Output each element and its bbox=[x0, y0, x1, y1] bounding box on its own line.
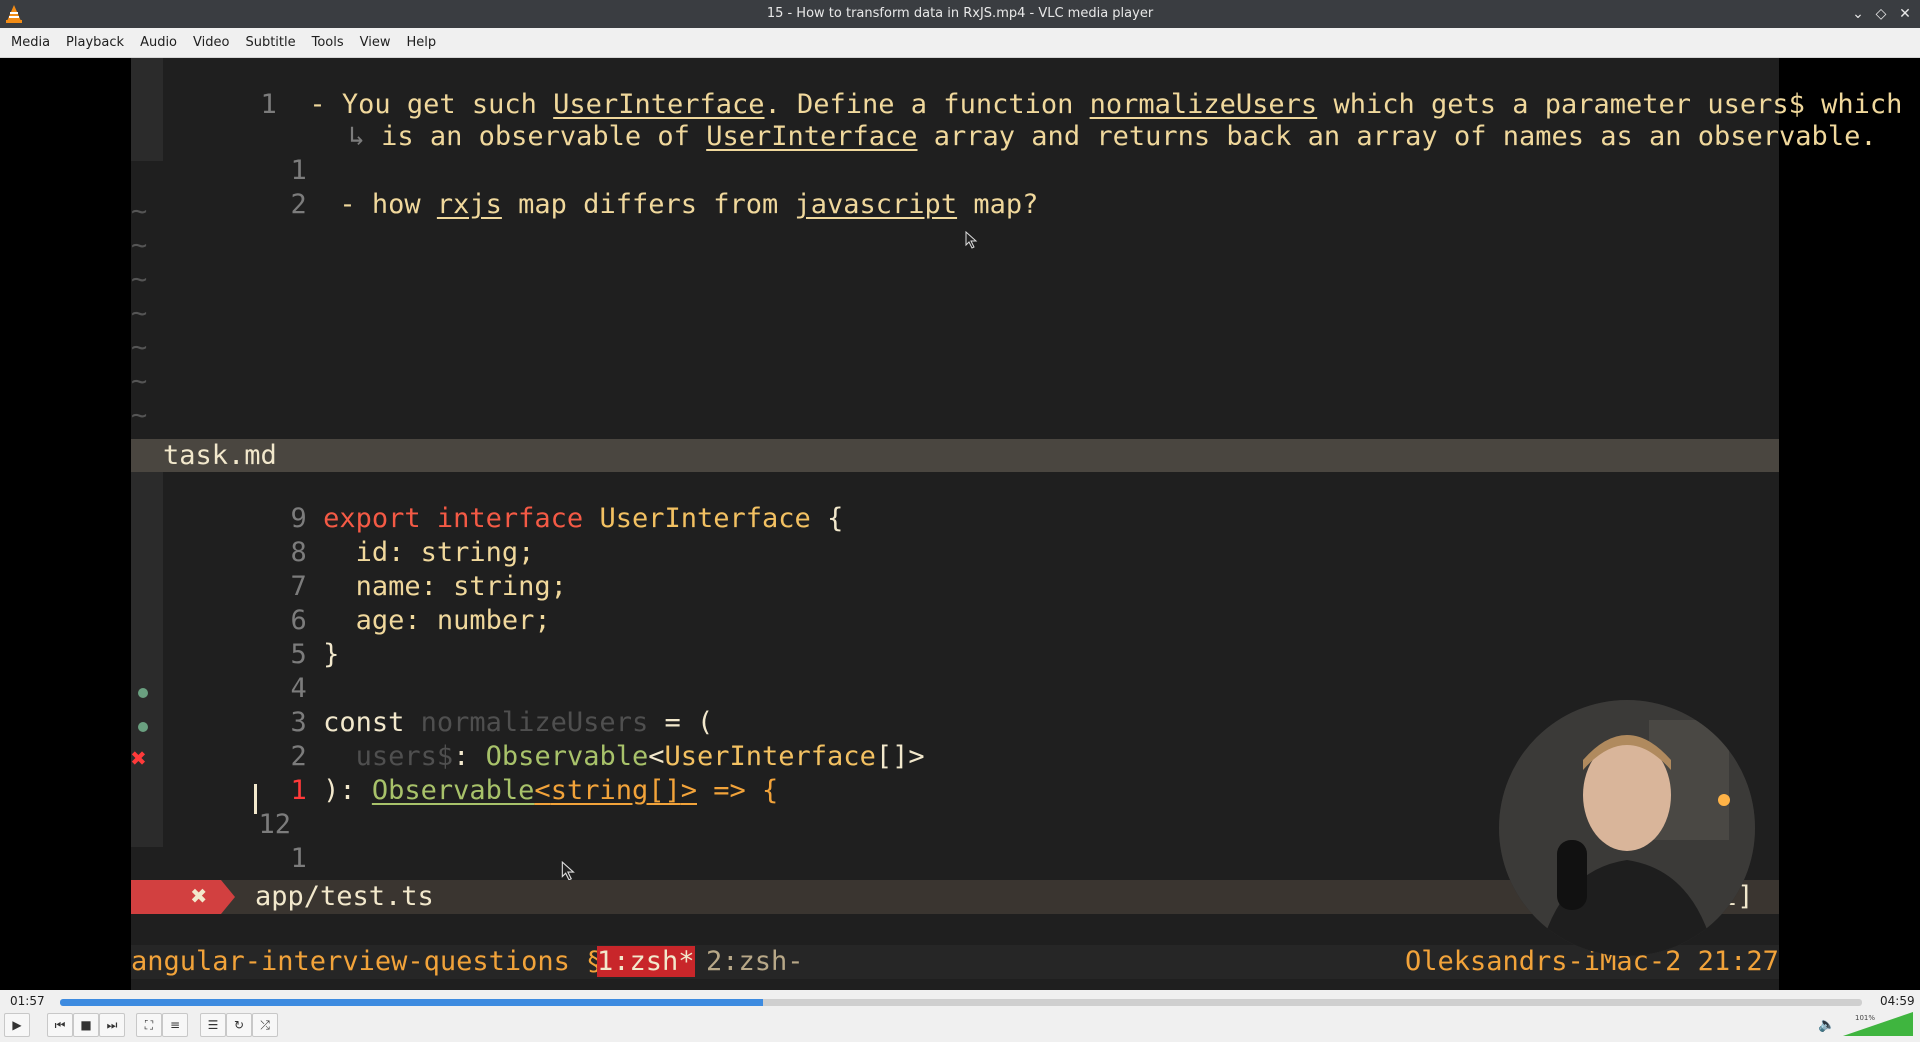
text-cursor bbox=[254, 784, 257, 814]
mouse-pointer-icon bbox=[965, 231, 978, 249]
presenter-avatar bbox=[1499, 700, 1755, 956]
tmux-window: 2:zsh- bbox=[706, 946, 804, 977]
elapsed-time: 01:57 bbox=[10, 994, 45, 1008]
total-time: 04:59 bbox=[1880, 994, 1915, 1008]
md-line-3: 2 - how rxjs map differs from javascript… bbox=[290, 189, 1039, 220]
menu-playback[interactable]: Playback bbox=[58, 28, 132, 58]
playlist-button[interactable]: ☰ bbox=[200, 1013, 226, 1037]
video-surface[interactable]: 1 - You get such UserInterface. Define a… bbox=[0, 58, 1920, 990]
next-button[interactable]: ⏭ bbox=[99, 1013, 125, 1037]
seek-slider[interactable] bbox=[60, 999, 1862, 1006]
status-error-segment bbox=[131, 880, 221, 914]
error-x-icon: ✖ bbox=[131, 744, 147, 774]
udemy-watermark: udemy bbox=[1714, 922, 1755, 940]
empty-line-marker: ~ bbox=[131, 264, 148, 295]
git-change-dot-icon bbox=[138, 722, 148, 732]
mouse-pointer-icon bbox=[561, 861, 575, 881]
status-filename: app/test.ts bbox=[255, 881, 434, 912]
tmux-status-bar: angular-interview-questions § 1:zsh* 2:z… bbox=[131, 945, 1779, 979]
presenter-webcam: udemy bbox=[1499, 700, 1755, 956]
tmux-session: angular-interview-questions § bbox=[131, 946, 603, 977]
shuffle-button[interactable]: ⤮ bbox=[252, 1013, 278, 1037]
empty-line-marker: ~ bbox=[131, 366, 148, 397]
speaker-icon[interactable]: 🔈 bbox=[1818, 1017, 1835, 1033]
empty-line-marker: ~ bbox=[131, 196, 148, 227]
empty-line-marker: ~ bbox=[131, 400, 148, 431]
menu-subtitle[interactable]: Subtitle bbox=[237, 28, 303, 58]
wrap-icon: ↳ bbox=[348, 121, 365, 152]
stop-button[interactable]: ■ bbox=[73, 1013, 99, 1037]
previous-button[interactable]: ⏮ bbox=[47, 1013, 73, 1037]
menu-view[interactable]: View bbox=[352, 28, 399, 58]
empty-line-marker: ~ bbox=[131, 298, 148, 329]
volume-slider[interactable]: 101% bbox=[1843, 1012, 1913, 1036]
sign-column bbox=[131, 58, 163, 161]
menu-bar: Media Playback Audio Video Subtitle Tool… bbox=[0, 28, 1920, 58]
split-filename: task.md bbox=[163, 440, 277, 471]
window-titlebar: 15 - How to transform data in RxJS.mp4 -… bbox=[0, 0, 1920, 28]
loop-button[interactable]: ↻ bbox=[226, 1013, 252, 1037]
play-button[interactable]: ▶ bbox=[4, 1013, 30, 1037]
menu-video[interactable]: Video bbox=[185, 28, 237, 58]
extended-settings-button[interactable]: ≡ bbox=[162, 1013, 188, 1037]
tmux-window-active: 1:zsh* bbox=[597, 946, 695, 977]
playback-controls: 01:57 04:59 ▶ ⏮ ■ ⏭ ⛶ ≡ ☰ ↻ ⤮ 🔈 101% bbox=[0, 990, 1920, 1042]
empty-line-marker: ~ bbox=[131, 332, 148, 363]
close-icon[interactable]: ✕ bbox=[1895, 4, 1915, 24]
powerline-arrow-icon bbox=[221, 880, 235, 914]
menu-audio[interactable]: Audio bbox=[132, 28, 185, 58]
maximize-icon[interactable]: ◇ bbox=[1871, 4, 1891, 24]
status-error-icon: ✖ bbox=[191, 881, 208, 912]
volume-label: 101% bbox=[1855, 1014, 1875, 1022]
seek-progress bbox=[60, 999, 763, 1006]
minimize-icon[interactable]: ⌄ bbox=[1848, 4, 1868, 24]
menu-media[interactable]: Media bbox=[3, 28, 58, 58]
fullscreen-button[interactable]: ⛶ bbox=[136, 1013, 162, 1037]
menu-tools[interactable]: Tools bbox=[304, 28, 352, 58]
git-change-dot-icon bbox=[138, 688, 148, 698]
menu-help[interactable]: Help bbox=[399, 28, 445, 58]
terminal-frame: 1 - You get such UserInterface. Define a… bbox=[131, 58, 1902, 990]
sign-column bbox=[131, 472, 163, 847]
window-title: 15 - How to transform data in RxJS.mp4 -… bbox=[766, 6, 1154, 21]
split-status-bar: task.md bbox=[131, 439, 1779, 472]
empty-line-marker: ~ bbox=[131, 230, 148, 261]
